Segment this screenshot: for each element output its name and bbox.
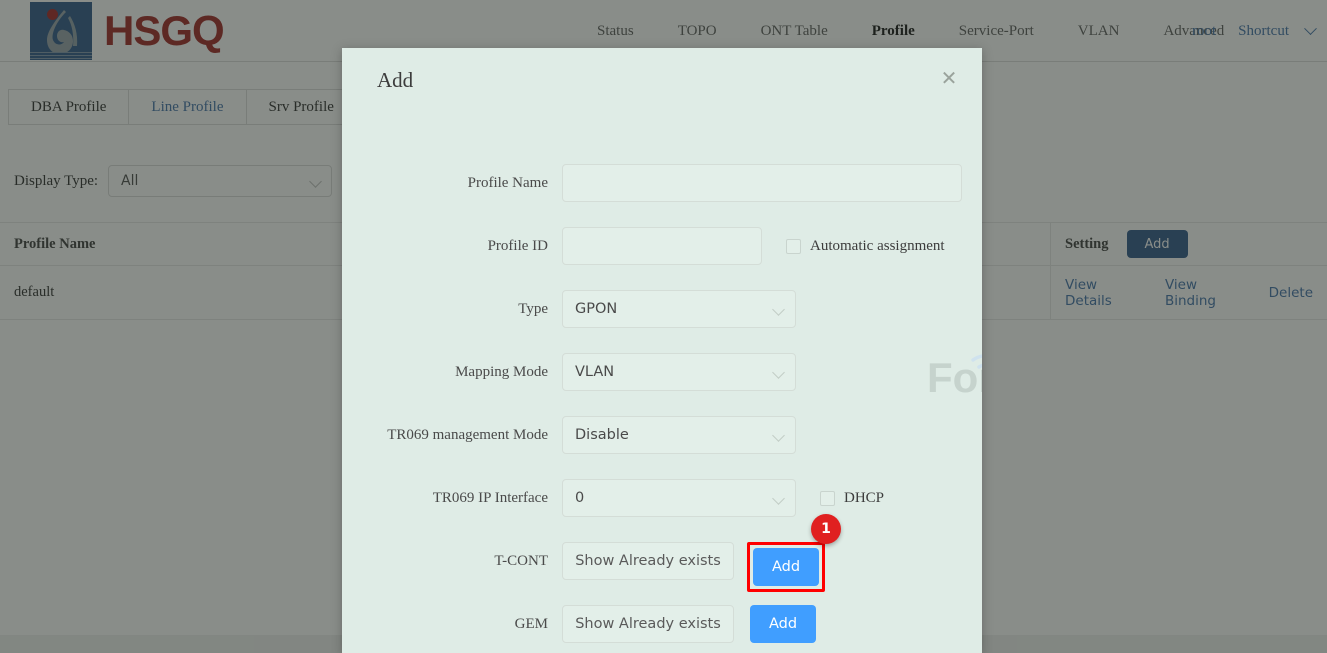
tr069-ip-interface-select[interactable]: 0 <box>562 479 796 517</box>
add-profile-form: Profile Name Profile ID Automatic assign… <box>342 164 982 653</box>
type-select[interactable]: GPON <box>562 290 796 328</box>
type-value: GPON <box>575 301 618 317</box>
chevron-down-icon <box>772 366 785 379</box>
tcont-add-highlight: 1 Add <box>747 514 841 592</box>
field-row-profile-name: Profile Name <box>342 164 982 227</box>
automatic-assignment-checkbox-wrap[interactable]: Automatic assignment <box>786 227 945 265</box>
mapping-mode-value: VLAN <box>575 364 615 380</box>
mapping-mode-label: Mapping Mode <box>455 364 548 380</box>
field-row-tr069-management-mode: TR069 management Mode Disable <box>342 416 982 479</box>
profile-id-label: Profile ID <box>487 238 548 254</box>
tcont-show-existing-button[interactable]: Show Already exists <box>562 542 734 580</box>
type-label: Type <box>518 301 548 317</box>
dialog-title: Add <box>377 68 414 92</box>
dhcp-label: DHCP <box>844 489 885 506</box>
tr069-ip-interface-value: 0 <box>575 490 585 506</box>
dhcp-checkbox-wrap[interactable]: DHCP <box>820 479 884 517</box>
chevron-down-icon <box>772 492 785 505</box>
close-icon[interactable]: ✕ <box>938 68 960 90</box>
automatic-assignment-label: Automatic assignment <box>810 237 945 254</box>
tcont-add-button[interactable]: Add <box>753 548 819 586</box>
tcont-label: T-CONT <box>494 553 548 569</box>
annotation-badge-1: 1 <box>811 514 841 544</box>
chevron-down-icon <box>772 429 785 442</box>
profile-name-label: Profile Name <box>467 175 548 191</box>
field-row-type: Type GPON <box>342 290 982 353</box>
automatic-assignment-checkbox[interactable] <box>786 238 801 254</box>
field-row-tcont: T-CONT Show Already exists 1 Add <box>342 514 982 605</box>
dhcp-checkbox[interactable] <box>820 490 835 506</box>
profile-id-input[interactable] <box>562 227 762 265</box>
field-row-gem: GEM Show Already exists Add <box>342 605 982 653</box>
tr069-management-mode-label: TR069 management Mode <box>387 427 548 443</box>
field-row-tr069-ip-interface: TR069 IP Interface 0 DHCP <box>342 479 982 542</box>
add-line-profile-dialog: Add ✕ Foro ISP Profile Name Profile ID A… <box>342 48 982 653</box>
tr069-management-mode-value: Disable <box>575 427 629 443</box>
profile-name-input[interactable] <box>562 164 962 202</box>
chevron-down-icon <box>772 303 785 316</box>
gem-add-button[interactable]: Add <box>750 605 816 643</box>
tr069-management-mode-select[interactable]: Disable <box>562 416 796 454</box>
field-row-profile-id: Profile ID Automatic assignment <box>342 227 982 290</box>
gem-show-existing-button[interactable]: Show Already exists <box>562 605 734 643</box>
field-row-mapping-mode: Mapping Mode VLAN <box>342 353 982 416</box>
mapping-mode-select[interactable]: VLAN <box>562 353 796 391</box>
tr069-ip-interface-label: TR069 IP Interface <box>432 490 548 506</box>
gem-label: GEM <box>514 616 548 632</box>
